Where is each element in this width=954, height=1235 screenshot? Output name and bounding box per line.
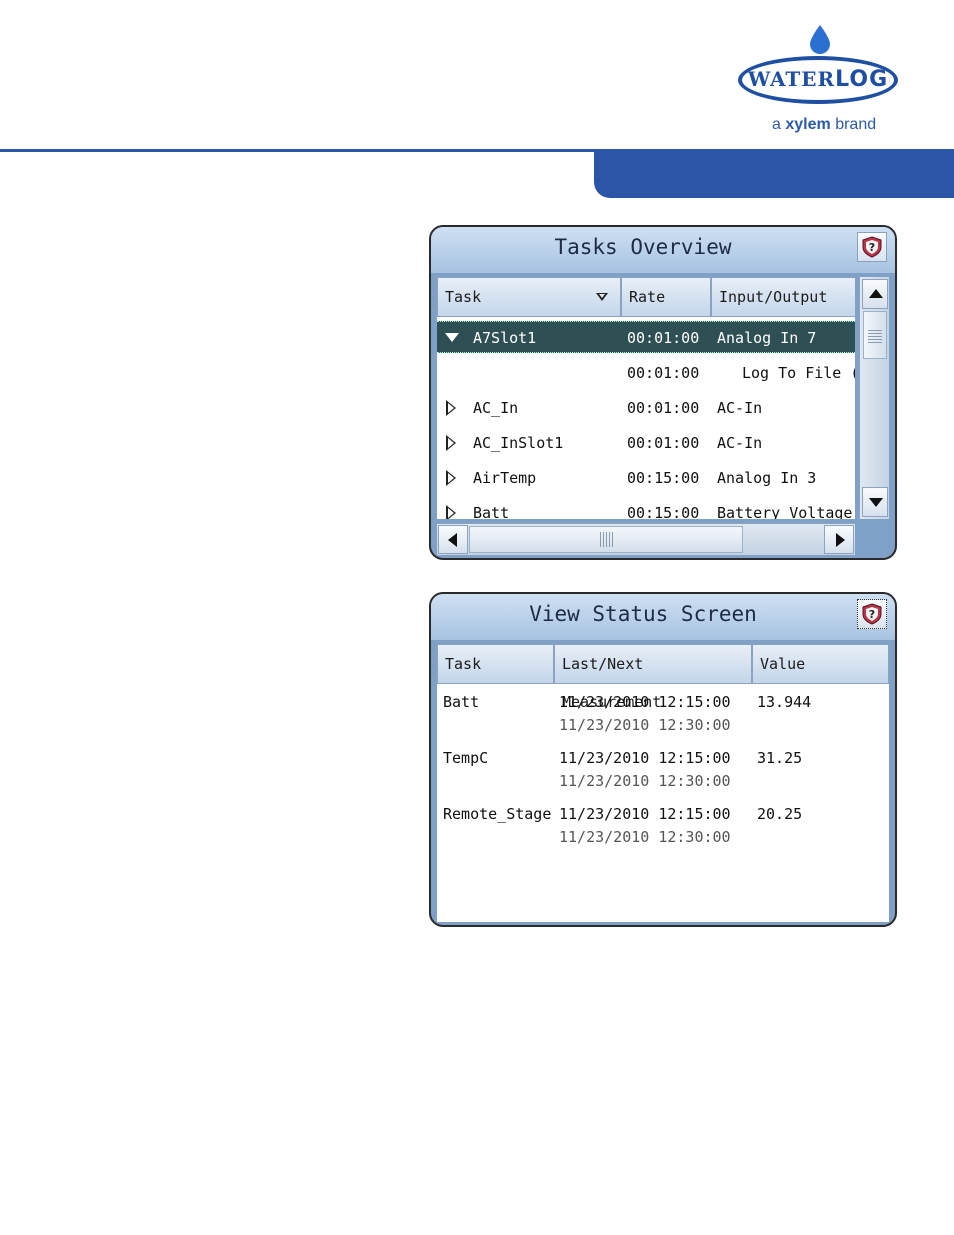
sort-down-icon	[596, 293, 608, 301]
tagline: a xylem brand	[772, 116, 877, 133]
title-bar: View Status Screen ?	[431, 594, 895, 640]
next-measurement: 11/23/2010 12:30:00	[559, 716, 731, 734]
svg-text:?: ?	[869, 608, 875, 621]
task-io: Log To File (	[742, 364, 855, 382]
last-measurement: 11/23/2010 12:15:00	[559, 749, 731, 767]
arrow-up-icon	[869, 289, 883, 298]
task-rate: 00:15:00	[627, 504, 700, 519]
task-rate: 00:01:00	[627, 364, 700, 382]
task-rate: 00:01:00	[627, 399, 700, 417]
task-rate: 00:01:00	[627, 329, 700, 347]
column-header-task[interactable]: Task	[437, 644, 554, 684]
waterlog-logo: WATERLOG	[738, 56, 898, 104]
column-header-measurement[interactable]: Last/Next Measurement	[554, 644, 752, 711]
last-measurement: 11/23/2010 12:15:00	[559, 693, 731, 711]
task-name[interactable]: Batt	[473, 504, 509, 519]
status-value: 31.25	[757, 749, 803, 767]
horizontal-scroll-thumb[interactable]	[469, 526, 743, 553]
task-name: A7Slot1	[473, 329, 537, 347]
scroll-left-button[interactable]	[438, 525, 468, 554]
logo-water: WATER	[747, 67, 836, 91]
arrow-down-icon	[869, 498, 883, 507]
scroll-down-button[interactable]	[862, 487, 888, 517]
help-shield-icon: ?	[862, 603, 882, 625]
column-header-io[interactable]: Input/Output	[711, 277, 855, 317]
view-status-window: View Status Screen ? Task Last/Next Meas…	[429, 592, 897, 927]
task-io: Analog In 3	[717, 469, 817, 487]
expand-right-icon[interactable]	[446, 470, 456, 486]
title-bar: Tasks Overview ?	[431, 227, 895, 273]
window-title: Tasks Overview	[554, 235, 732, 259]
task-io: AC-In	[717, 399, 763, 417]
expand-right-icon[interactable]	[446, 505, 456, 519]
task-rate: 00:15:00	[627, 469, 700, 487]
expand-right-icon[interactable]	[446, 435, 456, 451]
scroll-up-button[interactable]	[862, 279, 888, 309]
column-header-rate[interactable]: Rate	[621, 277, 711, 317]
status-task: Remote_Stage	[443, 805, 552, 823]
status-value: 20.25	[757, 805, 803, 823]
window-title: View Status Screen	[529, 602, 757, 626]
next-measurement: 11/23/2010 12:30:00	[559, 772, 731, 790]
expand-right-icon[interactable]	[446, 400, 456, 416]
water-drop-icon	[810, 25, 830, 54]
task-io: AC-In	[717, 434, 763, 452]
last-measurement: 11/23/2010 12:15:00	[559, 805, 731, 823]
svg-text:?: ?	[869, 241, 875, 254]
tasks-overview-window: Tasks Overview ? Task Rate Input/Output …	[429, 225, 897, 560]
arrow-left-icon	[448, 533, 457, 547]
tasks-table: Task Rate Input/Output A7Slot1 00:01:00 …	[437, 277, 855, 519]
help-shield-icon: ?	[862, 236, 882, 258]
task-rate: 00:01:00	[627, 434, 700, 452]
horizontal-scrollbar[interactable]	[437, 523, 855, 555]
arrow-right-icon	[836, 533, 845, 547]
column-header-value[interactable]: Value	[752, 644, 889, 684]
help-button[interactable]: ?	[857, 232, 887, 262]
vertical-scroll-thumb[interactable]	[863, 311, 887, 359]
next-measurement: 11/23/2010 12:30:00	[559, 828, 731, 846]
column-header-task[interactable]: Task	[437, 277, 621, 317]
status-value: 13.944	[757, 693, 812, 711]
task-name[interactable]: AirTemp	[473, 469, 536, 487]
status-table: Task Last/Next Measurement Value Batt 11…	[437, 644, 889, 922]
expand-down-icon[interactable]	[445, 333, 459, 342]
task-name[interactable]: AC_InSlot1	[473, 434, 563, 452]
status-task: TempC	[443, 749, 489, 767]
logo-log: LOG	[835, 67, 889, 92]
status-task: Batt	[443, 693, 480, 711]
header-tab	[594, 149, 954, 198]
task-io: Analog In 7	[717, 329, 817, 347]
scroll-right-button[interactable]	[824, 525, 854, 554]
task-io: Battery Voltage	[717, 504, 853, 519]
help-button[interactable]: ?	[857, 599, 887, 629]
task-name[interactable]: AC_In	[473, 399, 518, 417]
vertical-scrollbar[interactable]	[859, 277, 889, 519]
